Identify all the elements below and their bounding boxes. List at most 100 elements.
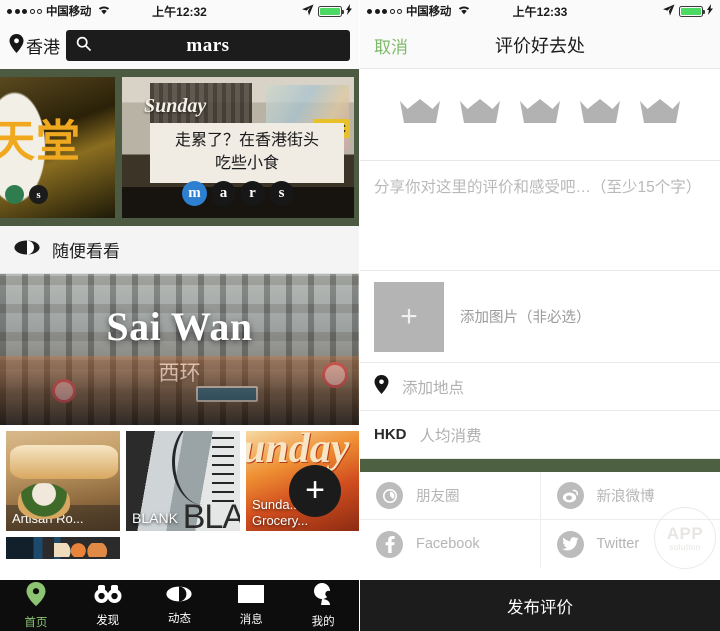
featured-place-hero[interactable]: Sai Wan 西环: [0, 274, 359, 425]
hero-sign-circle-2: [322, 362, 348, 388]
average-price-row[interactable]: HKD 人均消费: [360, 411, 720, 459]
crown-icon[interactable]: [519, 98, 561, 131]
share-label: 朋友圈: [416, 489, 460, 505]
app-header-left: 香港 mars: [0, 22, 359, 69]
right-phone-screen: 中国移动 上午12:33 取消 评价好去处 分享你对这里的评价和感受吧…（至少1…: [360, 0, 720, 631]
add-photo-label: 添加图片（非必选）: [460, 310, 591, 326]
hero-title-zh: 西环: [158, 361, 201, 385]
place-card-row: Artisan Ro... BLA BLANK unday Sunda... G…: [0, 425, 359, 531]
add-photo-row[interactable]: + 添加图片（非必选）: [360, 271, 720, 363]
currency-label: HKD: [374, 426, 407, 443]
next-card-preview-strip[interactable]: [6, 537, 120, 559]
share-twitter[interactable]: Twitter: [541, 520, 720, 568]
banner-card-previous[interactable]: 天堂 s: [0, 77, 115, 218]
banner-script-text: Sunday: [144, 95, 207, 117]
section-divider: [360, 459, 720, 472]
promo-banner-carousel[interactable]: 天堂 s Sunday ROC 走累了？在香港街头 吃些小食 m: [0, 69, 359, 226]
status-bar-left: 中国移动 上午12:32: [0, 0, 359, 22]
person-icon: [312, 582, 334, 610]
banner-prev-logo: s: [5, 185, 48, 204]
tab-messages[interactable]: 消息: [215, 580, 287, 631]
mars-logo: m a r s: [182, 181, 294, 206]
rating-crown-picker[interactable]: [360, 69, 720, 161]
add-location-label: 添加地点: [402, 379, 465, 397]
page-title: 评价好去处: [495, 36, 585, 56]
share-options-grid: 朋友圈 新浪微博 Facebook Twitter: [360, 472, 720, 568]
weibo-icon: [556, 482, 584, 509]
search-input[interactable]: mars: [66, 30, 350, 61]
share-facebook[interactable]: Facebook: [360, 520, 541, 568]
place-card-blank[interactable]: BLA BLANK: [126, 431, 240, 531]
publish-review-button[interactable]: 发布评价: [360, 580, 720, 631]
share-wechat-moments[interactable]: 朋友圈: [360, 472, 541, 520]
location-pin-icon: [26, 581, 46, 611]
tab-profile[interactable]: 我的: [287, 580, 359, 631]
crown-icon[interactable]: [639, 98, 681, 131]
logo-letter-m: m: [182, 181, 207, 206]
average-price-input[interactable]: 人均消费: [420, 424, 482, 446]
city-label: 香港: [26, 38, 60, 57]
share-row-1: 朋友圈 新浪微博: [360, 472, 720, 520]
share-label: Twitter: [596, 536, 640, 552]
eye-icon: [14, 240, 40, 260]
review-form-header: 取消 评价好去处: [360, 22, 720, 69]
facebook-icon: [376, 530, 403, 558]
binoculars-icon: [94, 584, 122, 609]
add-photo-button[interactable]: +: [374, 281, 444, 352]
share-label: Facebook: [416, 536, 480, 552]
location-pin-icon: [374, 374, 389, 399]
bottom-tab-bar: 首页 发现 动态 消息 我的: [0, 580, 359, 631]
crown-icon[interactable]: [459, 98, 501, 131]
crown-icon[interactable]: [399, 98, 441, 131]
plus-icon: +: [400, 299, 418, 333]
review-placeholder: 分享你对这里的评价和感受吧…（至少15个字）: [374, 179, 702, 196]
section-header-browse[interactable]: 随便看看: [0, 226, 359, 274]
share-weibo[interactable]: 新浪微博: [540, 472, 720, 520]
tab-label: 首页: [24, 616, 48, 629]
envelope-icon: [238, 584, 265, 608]
dual-screenshot: 中国移动 上午12:32 香港 mars 天堂 s Sunday 走累了？在香港…: [0, 0, 720, 631]
hero-text-block: Sai Wan 西环: [0, 274, 359, 425]
add-location-row[interactable]: 添加地点: [360, 363, 720, 411]
logo-dot-s: s: [29, 185, 48, 204]
left-phone-screen: 中国移动 上午12:32 香港 mars 天堂 s Sunday 走累了？在香港…: [0, 0, 360, 631]
card-decor-ruler: [172, 431, 234, 505]
share-row-2: Facebook Twitter: [360, 520, 720, 568]
crown-icon[interactable]: [579, 98, 621, 131]
location-pin-icon: [9, 33, 24, 58]
tab-discover[interactable]: 发现: [72, 580, 144, 631]
hero-sign-circle-1: [52, 379, 76, 403]
add-button-fab[interactable]: +: [289, 465, 341, 517]
banner-track: 天堂 s Sunday ROC 走累了？在香港街头 吃些小食 m: [0, 77, 359, 218]
cancel-button[interactable]: 取消: [374, 33, 408, 58]
card-decor-script: unday: [246, 431, 350, 472]
banner-caption-line2: 吃些小食: [214, 155, 279, 173]
logo-letter-r: r: [240, 181, 265, 206]
twitter-icon: [556, 530, 584, 558]
eye-icon: [166, 586, 193, 607]
logo-letter-a: a: [211, 181, 236, 206]
tab-home[interactable]: 首页: [0, 580, 72, 631]
city-selector[interactable]: 香港: [9, 33, 60, 58]
share-label: 新浪微博: [596, 489, 655, 505]
place-card-caption: BLANK: [132, 510, 178, 526]
place-card-caption: Artisan Ro...: [6, 505, 120, 531]
section-title: 随便看看: [52, 242, 120, 261]
hero-title-en: Sai Wan: [106, 303, 253, 349]
clock-label: 上午12:32: [152, 4, 207, 19]
clock-label: 上午12:33: [512, 4, 568, 19]
wechat-moments-icon: [376, 482, 403, 509]
banner-card-active[interactable]: Sunday ROC 走累了？在香港街头 吃些小食 m a r s: [122, 77, 354, 218]
tab-label: 动态: [167, 612, 191, 625]
search-query-text: mars: [186, 34, 230, 56]
hero-street-sign: [196, 386, 258, 402]
banner-caption-box: 走累了？在香港街头 吃些小食: [150, 123, 344, 184]
caption-line2: Grocery...: [252, 513, 309, 528]
tab-label: 我的: [311, 615, 335, 628]
tab-label: 消息: [239, 613, 263, 626]
status-bar-right: 中国移动 上午12:33: [360, 0, 720, 22]
review-text-input[interactable]: 分享你对这里的评价和感受吧…（至少15个字）: [360, 161, 720, 271]
battery-icon: [318, 5, 344, 17]
place-card-artisan[interactable]: Artisan Ro...: [6, 431, 120, 531]
tab-activity[interactable]: 动态: [144, 580, 216, 631]
